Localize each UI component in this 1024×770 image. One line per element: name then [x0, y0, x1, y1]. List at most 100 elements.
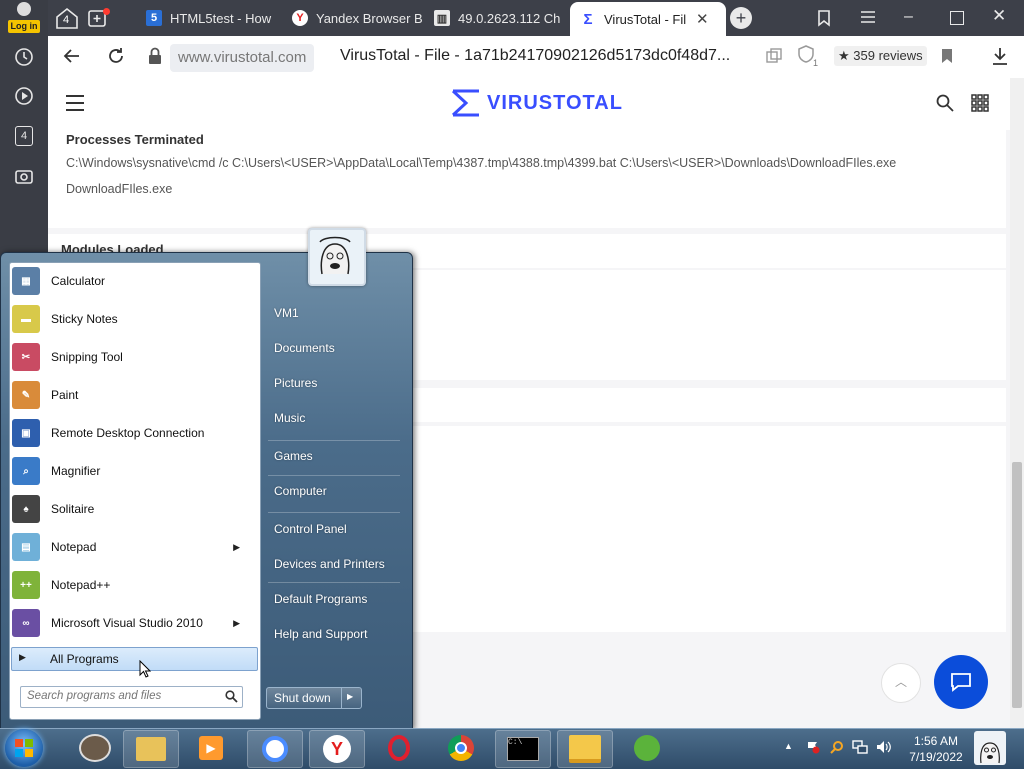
- tab-yandex-browser[interactable]: Y Yandex Browser B: [286, 4, 426, 32]
- program-item[interactable]: ✂ Snipping Tool: [12, 340, 252, 374]
- url-domain[interactable]: www.virustotal.com: [170, 44, 315, 72]
- show-hidden-icons-icon[interactable]: ▲: [784, 741, 793, 751]
- submenu-arrow-icon: ▶: [233, 541, 240, 552]
- lock-icon[interactable]: [146, 46, 164, 66]
- network-icon[interactable]: [852, 740, 868, 754]
- program-item[interactable]: ++ Notepad++: [12, 568, 252, 602]
- user-avatar[interactable]: [308, 228, 366, 286]
- close-window-icon[interactable]: ✕: [992, 7, 1008, 24]
- program-item[interactable]: ♠ Solitaire: [12, 492, 252, 526]
- back-arrow-icon[interactable]: [62, 46, 82, 66]
- program-item[interactable]: ▬ Sticky Notes: [12, 302, 252, 336]
- start-menu-link[interactable]: Devices and Printers: [274, 557, 385, 571]
- page-title[interactable]: VirusTotal - File - 1a71b24170902126d517…: [340, 47, 750, 65]
- menu-separator: [268, 440, 400, 441]
- green-app-icon: [634, 735, 660, 761]
- program-label: Snipping Tool: [51, 350, 123, 364]
- tab-html5test[interactable]: 5 HTML5test - How: [140, 4, 286, 32]
- bookmarks-panel-icon[interactable]: [816, 9, 832, 27]
- all-programs-button[interactable]: ▶ All Programs: [11, 647, 258, 671]
- reload-icon[interactable]: [106, 46, 126, 66]
- search-tray-icon[interactable]: [830, 740, 844, 754]
- action-center-flag-icon[interactable]: [806, 740, 820, 754]
- minimize-icon[interactable]: –: [904, 9, 920, 25]
- taskbar-windows-explorer[interactable]: [557, 730, 613, 768]
- content-card: [411, 270, 1006, 380]
- camera-icon[interactable]: [10, 162, 38, 190]
- program-item[interactable]: ▣ Remote Desktop Connection: [12, 416, 252, 450]
- scroll-top-chevron-up-icon[interactable]: ︿: [881, 663, 921, 703]
- search-icon[interactable]: [936, 94, 954, 112]
- program-item[interactable]: ⌕ Magnifier: [12, 454, 252, 488]
- virustotal-logo[interactable]: VIRUSTOTAL: [451, 88, 623, 118]
- program-item[interactable]: ∞ Microsoft Visual Studio 2010 ▶: [12, 606, 252, 640]
- program-icon: ∞: [12, 609, 40, 637]
- start-menu-link[interactable]: VM1: [274, 306, 299, 320]
- taskbar-media-player[interactable]: ▶: [184, 730, 238, 766]
- reviews-badge[interactable]: ★ 359 reviews: [834, 46, 927, 66]
- menu-separator: [268, 582, 400, 583]
- tab-label: HTML5test - How: [170, 10, 272, 26]
- program-item[interactable]: ▦ Calculator: [12, 264, 252, 298]
- taskbar-chrome[interactable]: [434, 730, 488, 766]
- tab-chrome-version[interactable]: ▥ 49.0.2623.112 Ch: [428, 4, 568, 32]
- taskbar-opera[interactable]: [372, 730, 426, 766]
- yandex-icon: Y: [323, 735, 351, 763]
- start-menu-link[interactable]: Default Programs: [274, 592, 367, 606]
- program-icon: ✎: [12, 381, 40, 409]
- video-play-icon[interactable]: [10, 82, 38, 110]
- new-tab-group-icon[interactable]: [88, 8, 110, 28]
- chat-button[interactable]: [934, 655, 988, 709]
- taskbar-user-avatar[interactable]: [974, 731, 1006, 765]
- program-icon: ▬: [12, 305, 40, 333]
- start-search-input[interactable]: [27, 688, 217, 704]
- content-card: [411, 426, 1006, 632]
- taskbar-raccoon-app[interactable]: [68, 730, 122, 766]
- start-button[interactable]: [5, 729, 43, 767]
- system-clock[interactable]: 1:56 AM 7/19/2022: [905, 733, 967, 765]
- apps-grid-icon[interactable]: [971, 94, 989, 112]
- copy-icon[interactable]: [766, 48, 782, 64]
- taskbar-yandex-browser[interactable]: Y: [309, 730, 365, 768]
- start-menu-link[interactable]: Music: [274, 411, 305, 425]
- chat-bubble-icon: [951, 673, 971, 692]
- restore-icon[interactable]: [950, 11, 964, 25]
- start-menu-link[interactable]: Pictures: [274, 376, 317, 390]
- process-line: DownloadFIles.exe: [66, 182, 173, 196]
- taskbar-file-explorer[interactable]: [123, 730, 179, 768]
- start-search-box[interactable]: [20, 686, 243, 708]
- start-menu-link[interactable]: Documents: [274, 341, 335, 355]
- login-button[interactable]: Log in: [6, 2, 42, 34]
- start-menu-link[interactable]: Control Panel: [274, 522, 347, 536]
- hamburger-menu-icon[interactable]: [66, 95, 84, 111]
- history-icon[interactable]: [10, 43, 38, 71]
- shutdown-button[interactable]: Shut down: [274, 691, 331, 705]
- protect-extension-icon[interactable]: 1: [796, 44, 818, 68]
- start-menu-link[interactable]: Help and Support: [274, 627, 367, 641]
- bookmark-icon[interactable]: [941, 48, 953, 64]
- home-tabs-button[interactable]: 4: [54, 6, 80, 30]
- taskbar-green-app[interactable]: [620, 730, 674, 766]
- start-menu-link[interactable]: Games: [274, 449, 313, 463]
- chrome-icon: [448, 735, 474, 761]
- new-tab-plus-icon[interactable]: +: [730, 7, 752, 29]
- program-label: Sticky Notes: [51, 312, 118, 326]
- taskbar-command-prompt[interactable]: C:\: [495, 730, 551, 768]
- start-menu-link[interactable]: Computer: [274, 484, 327, 498]
- taskbar-chromium[interactable]: [247, 730, 303, 768]
- download-icon[interactable]: [990, 46, 1010, 66]
- program-item[interactable]: ✎ Paint: [12, 378, 252, 412]
- folder-icon: [136, 737, 166, 761]
- tab-virustotal[interactable]: Σ VirusTotal - Fil ✕: [570, 2, 726, 36]
- menu-icon[interactable]: [860, 10, 876, 24]
- program-icon: ▤: [12, 533, 40, 561]
- program-item[interactable]: ▤ Notepad ▶: [12, 530, 252, 564]
- close-tab-icon[interactable]: ✕: [696, 10, 709, 28]
- scrollbar-thumb[interactable]: [1012, 462, 1022, 708]
- notifications-counter[interactable]: 4: [10, 122, 38, 150]
- shutdown-options-arrow-icon[interactable]: ▶: [347, 692, 353, 701]
- clock-date: 7/19/2022: [909, 750, 963, 764]
- avatar-face-icon: [980, 742, 1000, 764]
- mouse-cursor-icon: [139, 659, 152, 678]
- volume-icon[interactable]: [876, 740, 892, 754]
